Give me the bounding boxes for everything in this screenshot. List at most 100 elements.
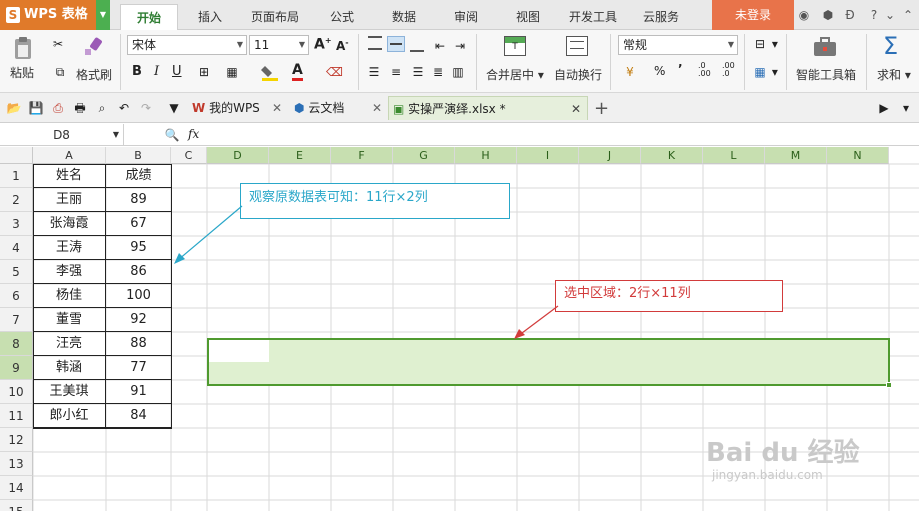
border-icon[interactable]: ⊞ (196, 64, 212, 80)
save-icon[interactable]: 💾 (28, 100, 44, 116)
table-cell[interactable]: 84 (106, 404, 171, 428)
sum-icon[interactable]: Σ (883, 32, 898, 60)
column-header-f[interactable]: F (331, 147, 393, 164)
table-cell[interactable]: 88 (106, 332, 171, 356)
align-center-icon[interactable]: ≡ (388, 64, 404, 80)
menu-tab-review[interactable]: 审阅 (446, 4, 486, 30)
align-right-icon[interactable]: ☰ (410, 64, 426, 80)
fill-handle[interactable] (886, 382, 892, 388)
select-all-corner[interactable] (0, 147, 33, 164)
brush-icon[interactable] (82, 36, 106, 58)
align-middle-icon[interactable] (387, 36, 405, 52)
row-header-8[interactable]: 8 (0, 332, 33, 356)
zoom-icon[interactable]: 🔍 (164, 127, 180, 143)
customize-dropdown-icon[interactable]: ▼ (166, 100, 182, 116)
table-cell[interactable]: 李强 (33, 260, 106, 284)
row-header-14[interactable]: 14 (0, 476, 33, 500)
export-pdf-icon[interactable]: ⎙ (50, 100, 66, 116)
menu-tab-developer[interactable]: 开发工具 (562, 4, 624, 30)
tab-active-workbook[interactable]: ▣ 实操严演绎.xlsx * ✕ (388, 96, 588, 120)
column-header-l[interactable]: L (703, 147, 765, 164)
settings-icon[interactable]: ⬢ (820, 7, 836, 23)
cell-format-icon[interactable]: ⊟ ▾ (752, 36, 778, 52)
decrease-decimal-button[interactable]: .00 .0 (722, 62, 735, 78)
wps-app-button[interactable]: S WPS 表格 (0, 0, 96, 30)
close-icon[interactable]: ✕ (372, 96, 382, 120)
row-header-1[interactable]: 1 (0, 164, 33, 188)
print-preview-icon[interactable]: ⌕ (94, 100, 110, 116)
align-bottom-icon[interactable] (410, 40, 424, 52)
table-cell[interactable]: 郎小红 (33, 404, 106, 428)
column-header-i[interactable]: I (517, 147, 579, 164)
new-tab-button[interactable]: + (594, 98, 609, 119)
column-header-g[interactable]: G (393, 147, 455, 164)
toolbox-button[interactable]: 智能工具箱 (796, 66, 856, 83)
table-style-icon[interactable]: ▦ ▾ (752, 64, 778, 80)
increase-decimal-button[interactable]: .0 .00 (698, 62, 711, 78)
more-dropdown-icon[interactable]: ⌄ (882, 7, 898, 23)
merge-center-button[interactable]: 合并居中 ▾ (486, 66, 544, 83)
table-cell[interactable]: 韩涵 (33, 356, 106, 380)
clear-format-icon[interactable]: ⌫ (326, 64, 343, 80)
column-header-b[interactable]: B (106, 147, 171, 164)
paste-button[interactable]: 粘贴 (10, 64, 34, 81)
number-format-select[interactable]: 常规 ▼ (618, 35, 738, 55)
italic-button[interactable]: I (154, 64, 159, 79)
table-cell[interactable]: 91 (106, 380, 171, 404)
sum-button[interactable]: 求和 ▾ (877, 66, 911, 83)
collapse-ribbon-icon[interactable]: ⌃ (900, 7, 916, 23)
window-menu-icon[interactable]: ▾ (898, 100, 914, 116)
format-painter-button[interactable]: 格式刷 (76, 66, 112, 83)
indent-right-icon[interactable]: ⇥ (452, 38, 468, 54)
percent-button[interactable]: % (654, 64, 665, 78)
table-cell[interactable]: 77 (106, 356, 171, 380)
column-header-e[interactable]: E (269, 147, 331, 164)
column-header-d[interactable]: D (207, 147, 269, 164)
table-cell[interactable]: 95 (106, 236, 171, 260)
align-left-icon[interactable]: ☰ (366, 64, 382, 80)
column-header-k[interactable]: K (641, 147, 703, 164)
merge-center-icon[interactable]: T (504, 36, 526, 56)
row-header-15[interactable]: 15 (0, 500, 33, 511)
table-cell[interactable]: 王涛 (33, 236, 106, 260)
active-cell[interactable] (209, 340, 269, 362)
table-header-cell[interactable]: 姓名 (33, 164, 106, 188)
menu-tab-view[interactable]: 视图 (508, 4, 548, 30)
redo-icon[interactable]: ↷ (138, 100, 154, 116)
table-cell[interactable]: 92 (106, 308, 171, 332)
justify-icon[interactable]: ≣ (430, 64, 446, 80)
row-header-12[interactable]: 12 (0, 428, 33, 452)
cell-style-icon[interactable]: ▦ (224, 64, 240, 80)
copy-icon[interactable]: ⧉ (52, 64, 68, 80)
print-icon[interactable]: 🖶 (72, 100, 88, 116)
tab-my-wps[interactable]: W 我的WPS ✕ (188, 96, 286, 120)
row-header-9[interactable]: 9 (0, 356, 33, 380)
column-header-n[interactable]: N (827, 147, 889, 164)
font-size-select[interactable]: 11 ▼ (249, 35, 309, 55)
open-folder-icon[interactable]: 📂 (6, 100, 22, 116)
skin-icon[interactable]: ◉ (796, 7, 812, 23)
column-header-c[interactable]: C (171, 147, 207, 164)
wrap-text-button[interactable]: 自动换行 (554, 66, 602, 83)
column-header-j[interactable]: J (579, 147, 641, 164)
row-header-10[interactable]: 10 (0, 380, 33, 404)
row-header-4[interactable]: 4 (0, 236, 33, 260)
column-header-m[interactable]: M (765, 147, 827, 164)
row-header-6[interactable]: 6 (0, 284, 33, 308)
decrease-font-icon[interactable]: A- (336, 38, 349, 53)
close-icon[interactable]: ✕ (272, 96, 282, 120)
menu-tab-data[interactable]: 数据 (384, 4, 424, 30)
row-header-5[interactable]: 5 (0, 260, 33, 284)
row-header-11[interactable]: 11 (0, 404, 33, 428)
currency-icon[interactable]: ¥ (622, 64, 638, 80)
menu-tab-page-layout[interactable]: 页面布局 (244, 4, 306, 30)
fx-icon[interactable]: fx (188, 127, 199, 141)
column-header-a[interactable]: A (33, 147, 106, 164)
menu-tab-cloud[interactable]: 云服务 (636, 4, 686, 30)
table-cell[interactable]: 汪亮 (33, 332, 106, 356)
table-cell[interactable]: 86 (106, 260, 171, 284)
font-color-button[interactable]: A (292, 62, 303, 81)
share-icon[interactable]: Ð (842, 7, 858, 23)
cut-icon[interactable]: ✂ (50, 36, 66, 52)
fill-color-icon[interactable] (260, 62, 280, 82)
